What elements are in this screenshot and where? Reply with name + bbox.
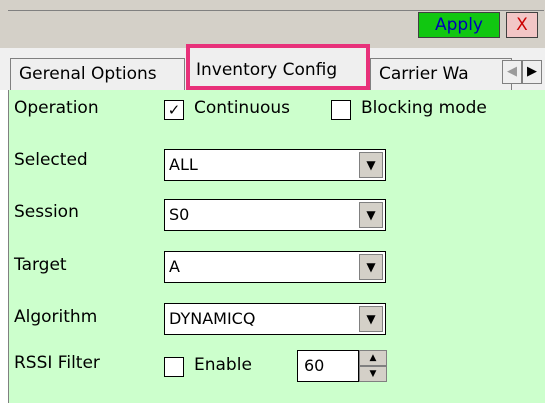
tab-inventory-config[interactable]: Inventory Config: [186, 44, 370, 90]
blocking-mode-checkbox[interactable]: [331, 100, 351, 120]
algorithm-dropdown[interactable]: DYNAMICQ ▼: [164, 303, 386, 335]
chevron-down-icon[interactable]: ▼: [359, 202, 383, 228]
rssi-enable-label: Enable: [194, 355, 252, 375]
target-value: A: [169, 257, 180, 276]
selected-value: ALL: [169, 155, 198, 174]
spin-down-icon[interactable]: ▼: [359, 366, 387, 382]
target-dropdown[interactable]: A ▼: [164, 251, 386, 283]
selected-label: Selected: [14, 150, 88, 170]
rssi-enable-checkbox[interactable]: [164, 357, 184, 377]
algorithm-label: Algorithm: [14, 307, 98, 327]
algorithm-value: DYNAMICQ: [169, 309, 256, 328]
tab-scroll-left-icon[interactable]: ◀: [502, 60, 522, 84]
selected-dropdown[interactable]: ALL ▼: [164, 149, 386, 181]
continuous-label: Continuous: [194, 98, 291, 118]
tab-carrier-wave[interactable]: Carrier Wa: [370, 58, 512, 90]
rssi-value-input[interactable]: 60: [297, 350, 359, 382]
chevron-down-icon[interactable]: ▼: [359, 152, 383, 178]
operation-label: Operation: [14, 98, 99, 118]
session-dropdown[interactable]: S0 ▼: [164, 199, 386, 231]
close-button[interactable]: X: [506, 12, 538, 38]
rssi-filter-label: RSSI Filter: [14, 353, 100, 373]
tab-scroll-right-icon[interactable]: ▶: [522, 60, 542, 84]
spin-up-icon[interactable]: ▲: [359, 350, 387, 366]
tab-general-options[interactable]: Gerenal Options: [10, 58, 185, 90]
checkmark-icon: ✓: [167, 101, 181, 119]
session-label: Session: [14, 202, 79, 222]
session-value: S0: [169, 205, 190, 224]
target-label: Target: [14, 255, 67, 275]
blocking-mode-label: Blocking mode: [361, 98, 487, 118]
inventory-config-panel: Apply X Gerenal Options Carrier Wa Inven…: [0, 0, 545, 403]
chevron-down-icon[interactable]: ▼: [359, 306, 383, 332]
apply-button[interactable]: Apply: [418, 12, 500, 38]
chevron-down-icon[interactable]: ▼: [359, 254, 383, 280]
continuous-checkbox[interactable]: ✓: [164, 100, 184, 120]
